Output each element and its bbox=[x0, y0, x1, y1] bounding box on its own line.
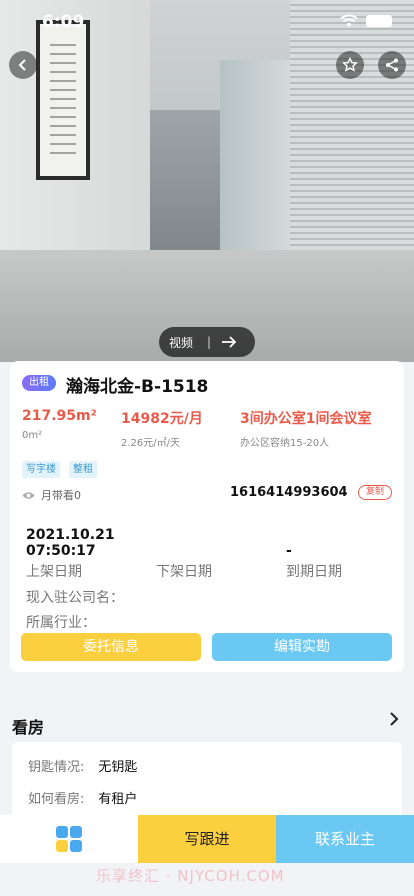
back-button[interactable] bbox=[9, 51, 37, 79]
video-button[interactable]: 视频 | bbox=[159, 327, 255, 357]
tag-office: 写字楼 bbox=[22, 461, 60, 478]
listing-code: 1616414993604 bbox=[230, 485, 348, 500]
price-metric: 14982元/月 2.26元/㎡/天 bbox=[121, 408, 203, 449]
expiry-date-label: 到期日期 bbox=[286, 564, 342, 580]
status-bar: 6:09 bbox=[0, 0, 414, 44]
views-label: 月带看0 bbox=[41, 489, 81, 502]
eye-icon bbox=[22, 491, 35, 499]
key-status-value: 无钥匙 bbox=[98, 760, 138, 775]
area-value: 217.95m² bbox=[22, 408, 97, 424]
watermark: 乐享终汇 · NJYCOH.COM bbox=[96, 867, 285, 885]
contact-owner-button[interactable]: 联系业主 bbox=[276, 815, 414, 863]
listed-date-label: 上架日期 bbox=[26, 564, 82, 580]
price-value: 14982元/月 bbox=[121, 411, 203, 427]
viewing-section-title: 看房 bbox=[12, 718, 45, 737]
area-metric: 217.95m² 0m² bbox=[22, 408, 97, 441]
star-icon bbox=[342, 57, 358, 72]
layout-value: 3间办公室1间会议室 bbox=[240, 411, 372, 427]
chevron-right-icon[interactable] bbox=[386, 711, 402, 727]
share-icon bbox=[386, 58, 398, 72]
bottom-action-bar: 写跟进 联系业主 bbox=[0, 815, 414, 863]
entrust-info-button[interactable]: 委托信息 bbox=[21, 633, 201, 661]
listed-time: 07:50:17 bbox=[26, 543, 96, 559]
layout-metric: 3间办公室1间会议室 办公区容纳15-20人 bbox=[240, 408, 371, 449]
expiry-date: - bbox=[286, 543, 292, 559]
wifi-icon bbox=[340, 14, 358, 27]
copy-button[interactable]: 复制 bbox=[358, 485, 392, 500]
write-follow-up-button[interactable]: 写跟进 bbox=[138, 815, 276, 863]
video-separator: | bbox=[207, 335, 212, 349]
photo-calligraphy-frame bbox=[36, 20, 90, 180]
favorite-button[interactable] bbox=[336, 51, 364, 79]
listing-card: 出租 瀚海北金-B-1518 217.95m² 0m² 14982元/月 2.2… bbox=[10, 361, 404, 672]
menu-grid-button[interactable] bbox=[0, 815, 138, 863]
tag-whole-rent: 整租 bbox=[69, 461, 97, 478]
share-button[interactable] bbox=[378, 51, 406, 79]
edit-survey-button[interactable]: 编辑实勘 bbox=[212, 633, 392, 661]
arrow-right-icon bbox=[222, 336, 237, 348]
listing-title: 瀚海北金-B-1518 bbox=[66, 377, 209, 397]
company-label: 现入驻公司名： bbox=[26, 590, 124, 606]
battery-icon bbox=[366, 15, 392, 27]
status-time: 6:09 bbox=[42, 12, 85, 32]
monthly-views: 月带看0 bbox=[22, 487, 81, 503]
industry-label: 所属行业： bbox=[26, 615, 96, 631]
photo-corridor bbox=[150, 110, 220, 270]
viewing-method-value: 有租户 bbox=[98, 792, 138, 807]
layout-sub: 办公区容纳15-20人 bbox=[240, 438, 330, 449]
rent-type-badge: 出租 bbox=[22, 375, 56, 391]
viewing-method-row: 如何看房: 有租户 bbox=[28, 788, 137, 807]
listed-date: 2021.10.21 bbox=[26, 527, 115, 543]
grid-icon bbox=[56, 826, 82, 852]
price-sub: 2.26元/㎡/天 bbox=[121, 438, 181, 449]
status-icons bbox=[340, 14, 392, 28]
key-status-row: 钥匙情况: 无钥匙 bbox=[28, 756, 137, 775]
area-sub: 0m² bbox=[22, 430, 43, 441]
chevron-left-icon bbox=[18, 59, 26, 71]
video-label: 视频 bbox=[169, 335, 194, 350]
delisted-date-label: 下架日期 bbox=[156, 564, 212, 580]
key-status-label: 钥匙情况: bbox=[28, 760, 85, 775]
viewing-method-label: 如何看房: bbox=[28, 792, 85, 807]
